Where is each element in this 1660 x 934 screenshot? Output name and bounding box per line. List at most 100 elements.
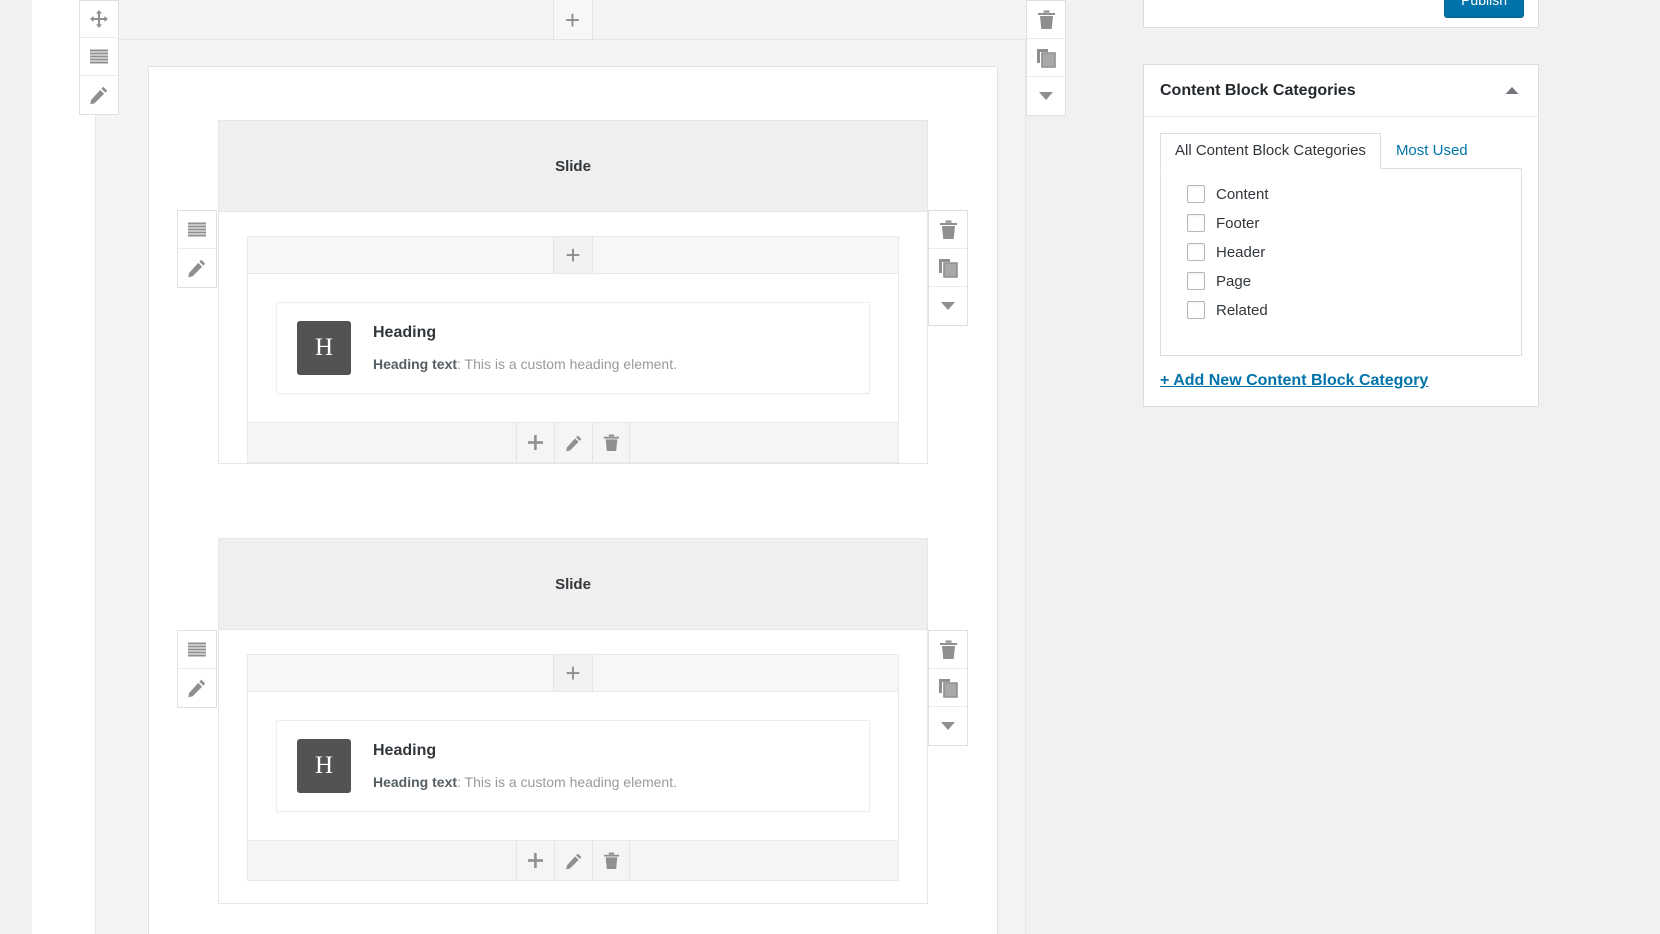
pencil-icon (188, 679, 206, 698)
duplicate-slide-button[interactable] (929, 669, 967, 707)
slide-settings-button[interactable] (178, 631, 216, 669)
move-icon (90, 10, 108, 28)
element-footer-toolbar (247, 841, 899, 881)
checkbox-content[interactable] (1187, 185, 1205, 203)
heading-element-card[interactable]: H Heading Heading text: This is a custom… (276, 720, 870, 812)
list-item[interactable]: Header (1187, 243, 1507, 261)
publish-button[interactable]: Publish (1444, 0, 1524, 17)
slide-title: Slide (555, 575, 591, 593)
duplicate-row-button[interactable] (1027, 39, 1065, 77)
chevron-up-glyph (1505, 87, 1519, 94)
left-gutter (0, 0, 32, 934)
heading-element-desc-text: This is a custom heading element. (464, 774, 677, 790)
column-add-bar: + (247, 654, 899, 692)
column-inner: H Heading Heading text: This is a custom… (247, 692, 899, 841)
heading-element-title: Heading (373, 324, 437, 341)
duplicate-slide-button[interactable] (929, 249, 967, 287)
heading-letter-icon: H (297, 739, 351, 793)
delete-slide-button[interactable] (929, 631, 967, 669)
pencil-icon (188, 259, 206, 278)
rows-icon (188, 222, 206, 236)
trash-icon (603, 852, 619, 869)
delete-element-button[interactable] (592, 423, 630, 462)
plus-icon: + (564, 4, 581, 35)
list-item[interactable]: Content (1187, 185, 1507, 203)
edit-slide-button[interactable] (178, 669, 216, 707)
checkbox-page[interactable] (1187, 272, 1205, 290)
trash-icon (939, 640, 957, 659)
tab-all-content-block-categories[interactable]: All Content Block Categories (1160, 133, 1381, 169)
heading-element-desc-text: This is a custom heading element. (464, 356, 677, 372)
slide-body: + H Heading Heading text: This is a cust… (218, 629, 928, 904)
list-item[interactable]: Related (1187, 301, 1507, 319)
edit-element-button[interactable] (554, 841, 592, 880)
chevron-up-icon[interactable] (1502, 81, 1522, 101)
slide-header: Slide (218, 120, 928, 211)
delete-slide-button[interactable] (929, 211, 967, 249)
heading-element-card[interactable]: H Heading Heading text: This is a custom… (276, 302, 870, 394)
slide-settings-button[interactable] (178, 211, 216, 249)
rows-icon (90, 49, 108, 63)
categories-panel-title: Content Block Categories (1160, 81, 1356, 99)
row-more-button[interactable] (1027, 77, 1065, 115)
add-element-button[interactable]: + (553, 655, 593, 691)
delete-element-button[interactable] (592, 841, 630, 880)
category-label: Page (1216, 272, 1252, 290)
content-block-categories-panel: Content Block Categories All Content Blo… (1143, 64, 1539, 407)
left-white-gutter (32, 0, 96, 934)
pencil-icon (90, 86, 108, 105)
chevron-down-icon (941, 302, 955, 310)
categories-panel-body: All Content Block Categories Most Used C… (1144, 117, 1538, 406)
category-label: Footer (1216, 214, 1260, 232)
heading-element-texts: Heading Heading text: This is a custom h… (373, 321, 677, 372)
add-row-button[interactable]: + (552, 0, 593, 39)
column-inner: H Heading Heading text: This is a custom… (247, 274, 899, 423)
plus-icon (528, 853, 543, 868)
outer-right-toolbar (1026, 0, 1066, 116)
row-settings-button[interactable] (80, 38, 118, 76)
edit-slide-button[interactable] (178, 249, 216, 287)
tab-most-used[interactable]: Most Used (1381, 133, 1483, 169)
duplicate-icon (939, 258, 958, 278)
heading-element-desc-sep: : (457, 356, 465, 372)
heading-letter-icon: H (297, 321, 351, 375)
heading-element-texts: Heading Heading text: This is a custom h… (373, 739, 677, 790)
move-row-button[interactable] (80, 1, 118, 38)
categories-tabs: All Content Block Categories Most Used (1160, 133, 1522, 169)
category-label: Related (1216, 301, 1268, 319)
checkbox-header[interactable] (1187, 243, 1205, 261)
heading-element-description: Heading text: This is a custom heading e… (373, 356, 677, 372)
slide-more-button[interactable] (929, 707, 967, 745)
edit-row-button[interactable] (80, 76, 118, 114)
add-element-button[interactable]: + (553, 237, 593, 273)
checkbox-related[interactable] (1187, 301, 1205, 319)
slide-more-button[interactable] (929, 287, 967, 325)
categories-panel-header[interactable]: Content Block Categories (1144, 65, 1538, 117)
trash-icon (1037, 10, 1055, 29)
checkbox-footer[interactable] (1187, 214, 1205, 232)
slide1-left-toolbar (177, 210, 217, 288)
edit-element-button[interactable] (554, 423, 592, 462)
rows-icon (188, 642, 206, 656)
plus-icon: + (565, 240, 581, 270)
plus-icon: + (565, 658, 581, 688)
heading-element-desc-label: Heading text (373, 356, 458, 372)
chevron-down-icon (1039, 92, 1053, 100)
add-new-content-block-category-link[interactable]: + Add New Content Block Category (1160, 372, 1428, 390)
pencil-icon (565, 853, 581, 869)
page-builder-screen: + Slide + H Heading Heading text: This i… (0, 0, 1660, 934)
slide1-right-toolbar (928, 210, 968, 326)
slide2-left-toolbar (177, 630, 217, 708)
slide-module-1: Slide + H Heading Heading text: This is … (218, 120, 928, 464)
duplicate-icon (1037, 48, 1056, 68)
add-element-footer-button[interactable] (516, 841, 554, 880)
slide-title: Slide (555, 157, 591, 175)
heading-element-desc-sep: : (457, 774, 465, 790)
plus-icon (528, 435, 543, 450)
add-element-footer-button[interactable] (516, 423, 554, 462)
delete-row-button[interactable] (1027, 1, 1065, 39)
list-item[interactable]: Footer (1187, 214, 1507, 232)
list-item[interactable]: Page (1187, 272, 1507, 290)
outer-left-toolbar (79, 0, 119, 115)
chevron-down-icon (941, 722, 955, 730)
